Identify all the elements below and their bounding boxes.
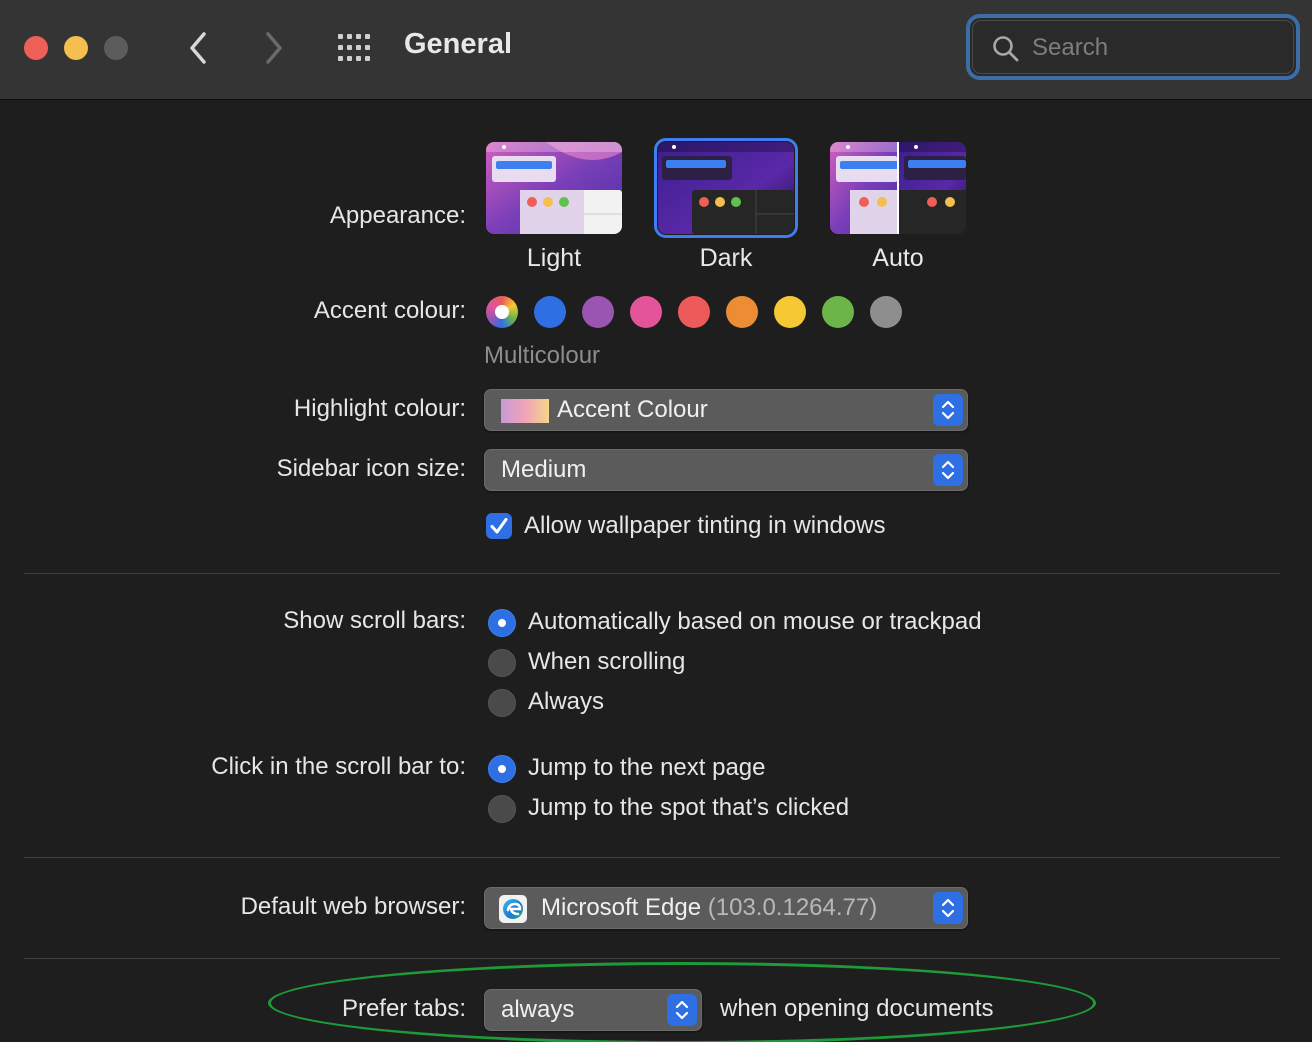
accent-swatch-orange[interactable] <box>726 296 758 328</box>
separator <box>24 573 1280 574</box>
multicolour-swatch-center <box>495 305 509 319</box>
highlight-colour-label: Highlight colour: <box>293 395 466 422</box>
highlight-colour-value: Accent Colour <box>557 396 708 423</box>
minimize-window-button[interactable] <box>64 36 88 60</box>
separator <box>24 857 1280 858</box>
search-icon <box>993 36 1019 62</box>
scroll-bars-always-label[interactable]: Always <box>528 688 604 716</box>
wallpaper-tinting-label[interactable]: Allow wallpaper tinting in windows <box>524 512 886 540</box>
accent-swatch-green[interactable] <box>822 296 854 328</box>
forward-button[interactable] <box>258 28 288 68</box>
up-down-chevron-icon <box>941 460 955 480</box>
accent-swatch-purple[interactable] <box>582 296 614 328</box>
wallpaper-tinting-checkbox[interactable] <box>486 513 512 539</box>
prefer-tabs-suffix: when opening documents <box>720 995 994 1022</box>
highlight-colour-preview <box>501 399 549 423</box>
default-browser-value: Microsoft Edge (103.0.1264.77) <box>541 894 877 922</box>
scroll-bars-when-scrolling-radio[interactable] <box>488 649 516 677</box>
scroll-bars-always-radio[interactable] <box>488 689 516 717</box>
scroll-bars-when-scrolling-label[interactable]: When scrolling <box>528 648 685 676</box>
accent-swatch-blue[interactable] <box>534 296 566 328</box>
sidebar-icon-size-label: Sidebar icon size: <box>276 455 466 482</box>
back-button[interactable] <box>184 28 214 68</box>
scroll-click-next-page-radio[interactable] <box>488 755 516 783</box>
default-browser-name: Microsoft Edge <box>541 894 702 921</box>
scroll-click-spot-label[interactable]: Jump to the spot that’s clicked <box>528 794 849 822</box>
scroll-bars-automatic-radio[interactable] <box>488 609 516 637</box>
default-browser-popup[interactable]: Microsoft Edge (103.0.1264.77) <box>484 887 968 929</box>
search-field[interactable] <box>966 14 1300 80</box>
prefer-tabs-popup[interactable]: always <box>484 989 702 1031</box>
show-scroll-bars-label: Show scroll bars: <box>283 607 466 634</box>
accent-swatch-yellow[interactable] <box>774 296 806 328</box>
highlight-colour-stepper <box>933 394 963 426</box>
prefer-tabs-stepper <box>667 994 697 1026</box>
window-title: General <box>404 28 512 60</box>
zoom-window-button[interactable] <box>104 36 128 60</box>
chevron-left-icon <box>190 32 206 64</box>
accent-swatch-pink[interactable] <box>630 296 662 328</box>
scroll-click-spot-radio[interactable] <box>488 795 516 823</box>
appearance-light-label: Light <box>526 244 582 272</box>
appearance-auto-label: Auto <box>872 244 924 272</box>
scroll-click-next-page-label[interactable]: Jump to the next page <box>528 754 766 782</box>
accent-colour-label: Accent colour: <box>313 297 466 324</box>
microsoft-edge-icon <box>499 895 527 923</box>
appearance-light-option[interactable] <box>486 142 622 234</box>
appearance-dark-label: Dark <box>699 244 753 272</box>
auto-appearance-thumbnail <box>830 142 966 234</box>
chevron-right-icon <box>266 32 282 64</box>
checkmark-icon <box>490 518 508 534</box>
show-all-button[interactable] <box>336 32 376 64</box>
sidebar-icon-size-stepper <box>933 454 963 486</box>
prefer-tabs-value: always <box>501 996 575 1023</box>
grid-icon <box>338 34 370 61</box>
title-bar: General <box>0 0 1312 100</box>
highlight-colour-popup[interactable]: Accent Colour <box>484 389 968 431</box>
appearance-dark-option[interactable] <box>654 138 798 238</box>
accent-selected-name: Multicolour <box>484 342 601 369</box>
light-appearance-thumbnail <box>486 142 622 234</box>
default-browser-version: (103.0.1264.77) <box>707 894 878 921</box>
prefer-tabs-label: Prefer tabs: <box>341 995 466 1022</box>
up-down-chevron-icon <box>941 898 955 918</box>
scroll-click-label: Click in the scroll bar to: <box>211 753 466 780</box>
separator <box>24 958 1280 959</box>
search-input[interactable] <box>1032 30 1282 66</box>
scroll-bars-automatic-label[interactable]: Automatically based on mouse or trackpad <box>528 608 982 636</box>
sidebar-icon-size-popup[interactable]: Medium <box>484 449 968 491</box>
default-browser-stepper <box>933 892 963 924</box>
appearance-label: Appearance: <box>329 202 466 229</box>
close-window-button[interactable] <box>24 36 48 60</box>
appearance-auto-option[interactable] <box>830 142 966 234</box>
up-down-chevron-icon <box>941 400 955 420</box>
accent-swatch-graphite[interactable] <box>870 296 902 328</box>
sidebar-icon-size-value: Medium <box>501 456 587 483</box>
default-browser-label: Default web browser: <box>240 893 466 920</box>
accent-swatch-multicolour[interactable] <box>486 296 518 328</box>
dark-appearance-thumbnail <box>658 142 794 234</box>
up-down-chevron-icon <box>675 1000 689 1020</box>
accent-swatch-red[interactable] <box>678 296 710 328</box>
